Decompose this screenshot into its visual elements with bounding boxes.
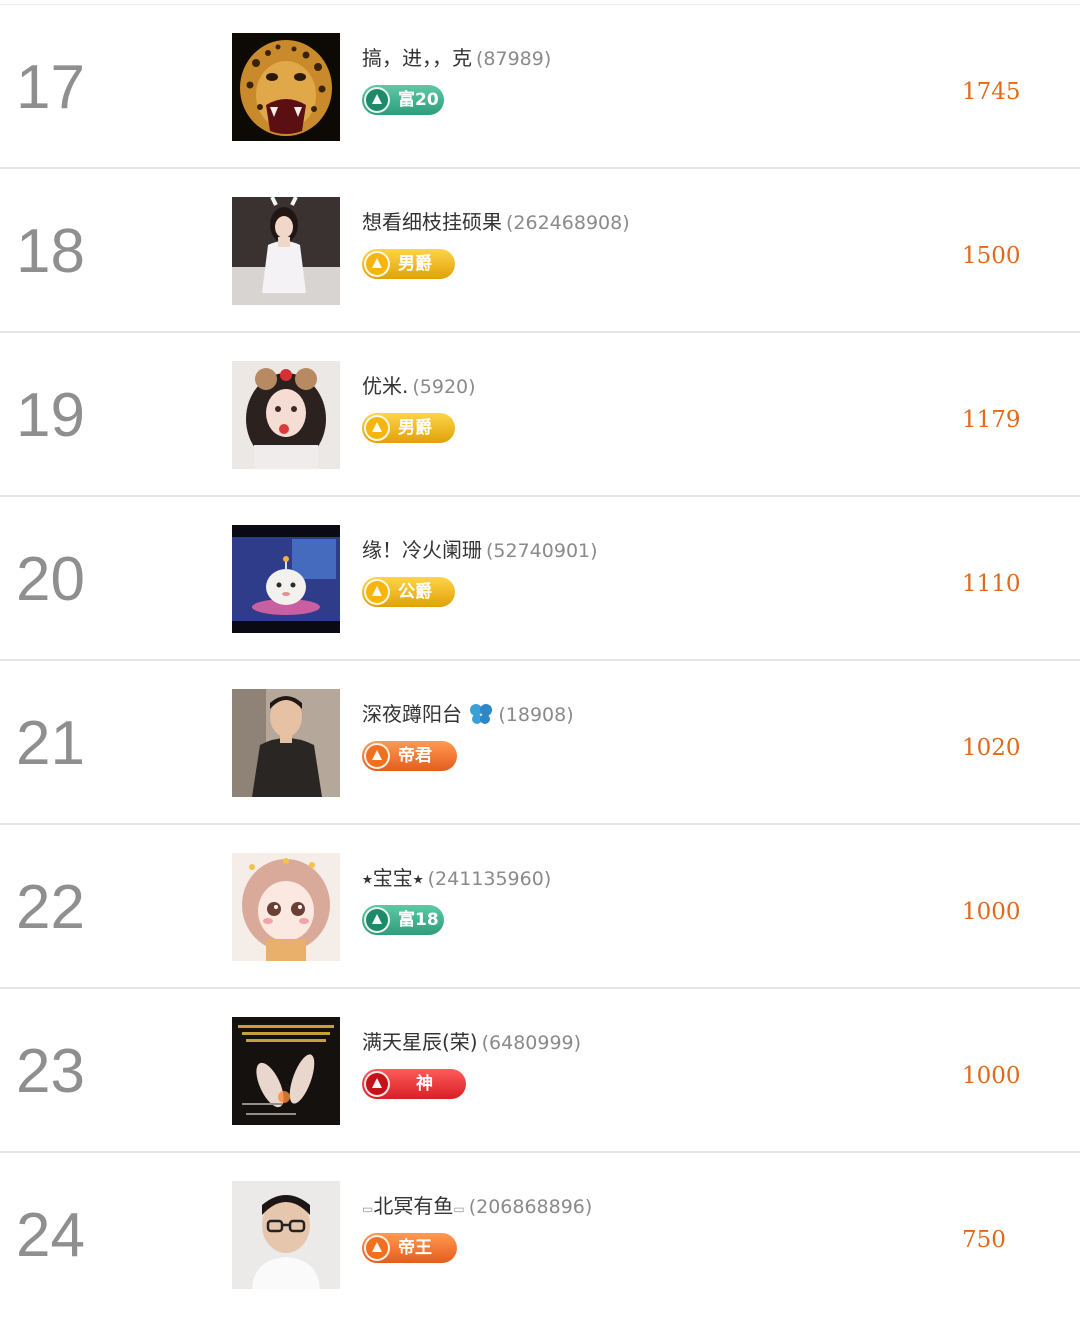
score-value: 1000: [962, 1063, 1021, 1089]
score-value: 1020: [962, 735, 1021, 761]
level-icon: [364, 415, 390, 441]
score-value: 1179: [962, 407, 1021, 433]
ranking-row[interactable]: 20 缘！冷火阑珊 (52740901) 公爵 1110: [0, 497, 1080, 661]
rank-number: 17: [16, 53, 85, 122]
level-badge: 帝君: [362, 741, 457, 771]
user-name-line[interactable]: 缘！冷火阑珊 (52740901): [362, 535, 598, 565]
score-value: 1500: [962, 243, 1021, 269]
user-name-line[interactable]: 想看细枝挂硕果 (262468908): [362, 207, 630, 237]
girl-avatar[interactable]: [232, 361, 340, 469]
user-id: (52740901): [486, 540, 598, 562]
leopard-avatar[interactable]: [232, 33, 340, 141]
level-icon: [364, 1235, 390, 1261]
user-name-line[interactable]: ⭑宝宝⭑ (241135960): [362, 863, 551, 893]
score-value: 1110: [962, 571, 1021, 597]
user-name-line[interactable]: 满天星辰(荣) (6480999): [362, 1027, 581, 1057]
badge-label: 男爵: [398, 418, 432, 438]
badge-label: 富20: [398, 90, 439, 110]
user-id: (262468908): [506, 212, 630, 234]
badge-label: 公爵: [398, 582, 432, 602]
ranking-row[interactable]: 23 满天星辰(荣) (6480999) 神 1000: [0, 989, 1080, 1153]
user-name-line[interactable]: 深夜蹲阳台 (18908): [362, 699, 574, 729]
level-icon: [364, 743, 390, 769]
rank-number: 24: [16, 1201, 85, 1270]
level-badge: 富20: [362, 85, 444, 115]
score-value: 1000: [962, 899, 1021, 925]
rank-number: 23: [16, 1037, 85, 1106]
anime-girl-avatar[interactable]: [232, 853, 340, 961]
nickname[interactable]: 北冥有鱼: [373, 1194, 453, 1218]
rank-number: 18: [16, 217, 85, 286]
user-name-line[interactable]: 优米. (5920): [362, 371, 476, 401]
badge-label: 帝君: [398, 746, 432, 766]
level-badge: 男爵: [362, 413, 455, 443]
ranking-row[interactable]: 24 ▭北冥有鱼▭ (206868896) 帝王 750: [0, 1153, 1080, 1317]
user-id: (5920): [412, 376, 476, 398]
nickname[interactable]: 搞，进，，克: [362, 46, 472, 70]
badge-label: 神: [416, 1074, 433, 1094]
level-icon: [364, 579, 390, 605]
user-name-line[interactable]: 搞，进，，克 (87989): [362, 43, 551, 73]
level-badge: 男爵: [362, 249, 455, 279]
rank-number: 21: [16, 709, 85, 778]
ranking-row[interactable]: 17 搞，进，，克 (87989) 富20 1745: [0, 5, 1080, 169]
decoration-icon: ▭: [362, 1202, 374, 1216]
butterfly-icon: [470, 704, 493, 724]
hands-avatar[interactable]: [232, 1017, 340, 1125]
ranking-row[interactable]: 22 ⭑宝宝⭑ (241135960) 富18 1000: [0, 825, 1080, 989]
level-badge: 富18: [362, 905, 444, 935]
ranking-row[interactable]: 19 优米. (5920) 男爵 1179: [0, 333, 1080, 497]
glasses-man-avatar[interactable]: [232, 1181, 340, 1289]
nickname[interactable]: 优米.: [362, 374, 408, 398]
nickname[interactable]: 满天星辰(荣): [362, 1030, 478, 1054]
rank-number: 19: [16, 381, 85, 450]
ranking-row[interactable]: 18 想看细枝挂硕果 (262468908) 男爵 1500: [0, 169, 1080, 333]
user-id: (206868896): [468, 1196, 593, 1218]
level-badge: 帝王: [362, 1233, 457, 1263]
level-badge: 神: [362, 1069, 466, 1099]
score-value: 750: [962, 1227, 1006, 1253]
badge-label: 男爵: [398, 254, 432, 274]
level-icon: [364, 251, 390, 277]
level-icon: [364, 1071, 390, 1097]
user-id: (87989): [476, 48, 552, 70]
nickname[interactable]: 深夜蹲阳台: [362, 702, 462, 726]
nickname[interactable]: 缘！冷火阑珊: [362, 538, 482, 562]
user-name-line[interactable]: ▭北冥有鱼▭ (206868896): [362, 1191, 592, 1221]
woman-avatar[interactable]: [232, 197, 340, 305]
man-avatar[interactable]: [232, 689, 340, 797]
level-badge: 公爵: [362, 577, 455, 607]
score-value: 1745: [962, 79, 1021, 105]
user-id: (6480999): [481, 1032, 582, 1054]
level-icon: [364, 87, 390, 113]
rank-number: 20: [16, 545, 85, 614]
badge-label: 帝王: [398, 1238, 432, 1258]
rank-number: 22: [16, 873, 85, 942]
level-icon: [364, 907, 390, 933]
ranking-row[interactable]: 21 深夜蹲阳台 (18908) 帝君 1020: [0, 661, 1080, 825]
user-id: (241135960): [427, 868, 552, 890]
badge-label: 富18: [398, 910, 439, 930]
ranking-list: 17 搞，进，，克 (87989) 富20 1745 18 想看细枝挂硕果 (2…: [0, 0, 1080, 1315]
nickname[interactable]: 想看细枝挂硕果: [362, 210, 502, 234]
cartoon-avatar[interactable]: [232, 525, 340, 633]
decoration-icon: ▭: [453, 1202, 465, 1216]
nickname[interactable]: ⭑宝宝⭑: [362, 866, 424, 890]
user-id: (18908): [498, 704, 574, 726]
